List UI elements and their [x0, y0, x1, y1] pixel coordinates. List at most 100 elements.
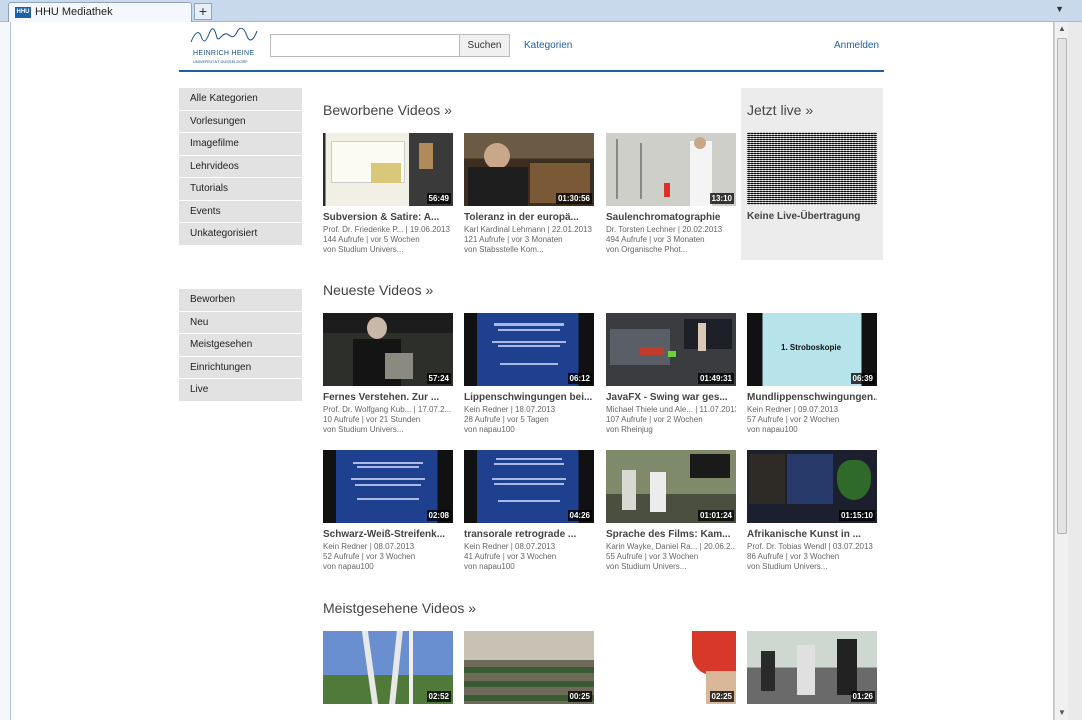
nav-anmelden-link[interactable]: Anmelden: [834, 40, 879, 51]
video-card[interactable]: 56:49 Subversion & Satire: A... Prof. Dr…: [323, 133, 453, 255]
neueste-section-title[interactable]: Neueste Videos »: [323, 282, 433, 298]
video-title[interactable]: Subversion & Satire: A...: [323, 212, 453, 223]
video-title[interactable]: Lippenschwingungen bei...: [464, 392, 594, 403]
sidebar-item-meistgesehen[interactable]: Meistgesehen: [179, 334, 302, 357]
video-card[interactable]: 57:24 Fernes Verstehen. Zur ... Prof. Dr…: [323, 313, 453, 435]
video-meta: Prof. Dr. Tobias Wendl | 03.07.2013 86 A…: [747, 542, 877, 572]
beworben-section-title[interactable]: Beworbene Videos »: [323, 102, 452, 118]
video-thumbnail[interactable]: 56:49: [323, 133, 453, 206]
video-thumbnail[interactable]: 13:10: [606, 133, 736, 206]
nav-kategorien-link[interactable]: Kategorien: [524, 40, 572, 51]
video-thumbnail[interactable]: 00:25: [464, 631, 594, 704]
video-card[interactable]: 00:25: [464, 631, 594, 704]
video-title[interactable]: Afrikanische Kunst in ...: [747, 529, 877, 540]
video-speaker-date: Karl Kardinal Lehmann | 22.01.2013: [464, 225, 592, 234]
video-thumbnail[interactable]: 04:26: [464, 450, 594, 523]
video-duration: 01:15:10: [838, 510, 875, 521]
live-static-thumbnail: [747, 132, 877, 205]
video-duration: 00:25: [567, 691, 592, 702]
video-title[interactable]: Schwarz-Weiß-Streifenk...: [323, 529, 453, 540]
hhu-logo[interactable]: HEINRICH HEINE UNIVERSITÄT DÜSSELDORF: [187, 28, 261, 68]
category-menu: Alle Kategorien Vorlesungen Imagefilme L…: [179, 88, 302, 246]
new-tab-button[interactable]: +: [194, 3, 212, 20]
sidebar-item-tutorials[interactable]: Tutorials: [179, 178, 302, 201]
video-duration: 01:26: [850, 691, 875, 702]
video-card[interactable]: 13:10 Saulenchromatographie Dr. Torsten …: [606, 133, 736, 255]
video-duration: 06:39: [850, 373, 875, 384]
sidebar-item-vorlesungen[interactable]: Vorlesungen: [179, 110, 302, 133]
sidebar-item-imagefilme[interactable]: Imagefilme: [179, 133, 302, 156]
video-views-age: 55 Aufrufe | vor 3 Wochen: [606, 552, 699, 561]
video-title[interactable]: Saulenchromatographie: [606, 212, 736, 223]
video-views-age: 121 Aufrufe | vor 3 Monaten: [464, 235, 563, 244]
video-duration: 57:24: [426, 373, 451, 384]
live-panel: Jetzt live » Keine Live-Übertragung: [741, 88, 883, 260]
video-views-age: 10 Aufrufe | vor 21 Stunden: [323, 415, 421, 424]
sidebar-item-unkategorisiert[interactable]: Unkategorisiert: [179, 223, 302, 246]
sidebar-item-neu[interactable]: Neu: [179, 311, 302, 334]
video-meta: Dr. Torsten Lechner | 20.02.2013 494 Auf…: [606, 225, 736, 255]
video-channel: von napau100: [323, 562, 374, 571]
video-card[interactable]: 04:26 transorale retrograde ... Kein Red…: [464, 450, 594, 572]
video-thumbnail[interactable]: 1. Stroboskopie 06:39: [747, 313, 877, 386]
live-section-title[interactable]: Jetzt live »: [747, 102, 813, 118]
video-card[interactable]: 01:26: [747, 631, 877, 704]
video-speaker-date: Karin Wayke, Daniel Ra... | 20.06.2...: [606, 542, 736, 551]
sidebar-item-alle-kategorien[interactable]: Alle Kategorien: [179, 88, 302, 111]
sidebar-item-events[interactable]: Events: [179, 200, 302, 223]
video-title[interactable]: Sprache des Films: Kam...: [606, 529, 736, 540]
video-title[interactable]: Toleranz in der europä...: [464, 212, 594, 223]
video-thumbnail[interactable]: 01:49:31: [606, 313, 736, 386]
video-thumbnail[interactable]: 02:08: [323, 450, 453, 523]
live-status-text: Keine Live-Übertragung: [747, 211, 861, 222]
scroll-down-icon[interactable]: ▼: [1055, 706, 1069, 720]
video-duration: 56:49: [426, 193, 451, 204]
video-thumbnail[interactable]: 02:52: [323, 631, 453, 704]
video-thumbnail[interactable]: 01:26: [747, 631, 877, 704]
video-card[interactable]: 02:25: [606, 631, 736, 704]
video-thumbnail[interactable]: 02:25: [606, 631, 736, 704]
video-meta: Karl Kardinal Lehmann | 22.01.2013 121 A…: [464, 225, 594, 255]
sidebar-item-live[interactable]: Live: [179, 379, 302, 402]
video-thumbnail[interactable]: 01:30:56: [464, 133, 594, 206]
video-views-age: 86 Aufrufe | vor 3 Wochen: [747, 552, 840, 561]
meist-section-title[interactable]: Meistgesehene Videos »: [323, 600, 476, 616]
video-meta: Prof. Dr. Wolfgang Kub... | 17.07.2... 1…: [323, 405, 453, 435]
video-thumbnail[interactable]: 57:24: [323, 313, 453, 386]
listing-menu: Beworben Neu Meistgesehen Einrichtungen …: [179, 289, 302, 402]
tab-list-dropdown-icon[interactable]: ▼: [1055, 4, 1064, 14]
video-card[interactable]: 02:08 Schwarz-Weiß-Streifenk... Kein Red…: [323, 450, 453, 572]
sidebar-item-beworben[interactable]: Beworben: [179, 289, 302, 312]
video-card[interactable]: 06:12 Lippenschwingungen bei... Kein Red…: [464, 313, 594, 435]
video-duration: 13:10: [709, 193, 734, 204]
video-title[interactable]: JavaFX - Swing war ges...: [606, 392, 736, 403]
video-card[interactable]: 01:49:31 JavaFX - Swing war ges... Micha…: [606, 313, 736, 435]
video-channel: von napau100: [747, 425, 798, 434]
video-duration: 02:25: [709, 691, 734, 702]
video-card[interactable]: 1. Stroboskopie 06:39 Mundlippenschwingu…: [747, 313, 877, 435]
video-card[interactable]: 01:01:24 Sprache des Films: Kam... Karin…: [606, 450, 736, 572]
video-title[interactable]: transorale retrograde ...: [464, 529, 594, 540]
search-input[interactable]: [270, 34, 460, 57]
window-edge: [1068, 22, 1082, 720]
video-card[interactable]: 01:30:56 Toleranz in der europä... Karl …: [464, 133, 594, 255]
video-meta: Kein Redner | 09.07.2013 57 Aufrufe | vo…: [747, 405, 877, 435]
sidebar-item-einrichtungen[interactable]: Einrichtungen: [179, 356, 302, 379]
sidebar-item-lehrvideos[interactable]: Lehrvideos: [179, 155, 302, 178]
video-views-age: 144 Aufrufe | vor 5 Wochen: [323, 235, 420, 244]
scroll-up-icon[interactable]: ▲: [1055, 22, 1069, 36]
video-thumbnail[interactable]: 01:01:24: [606, 450, 736, 523]
video-card[interactable]: 01:15:10 Afrikanische Kunst in ... Prof.…: [747, 450, 877, 572]
video-speaker-date: Prof. Dr. Tobias Wendl | 03.07.2013: [747, 542, 873, 551]
scrollbar-thumb[interactable]: [1057, 38, 1067, 534]
search-button[interactable]: Suchen: [459, 34, 510, 57]
video-title[interactable]: Fernes Verstehen. Zur ...: [323, 392, 453, 403]
video-title[interactable]: Mundlippenschwingungen...: [747, 392, 877, 403]
video-card[interactable]: 02:52: [323, 631, 453, 704]
video-thumbnail[interactable]: 01:15:10: [747, 450, 877, 523]
video-channel: von Organische Phot...: [606, 245, 688, 254]
video-speaker-date: Kein Redner | 09.07.2013: [747, 405, 839, 414]
video-thumbnail[interactable]: 06:12: [464, 313, 594, 386]
browser-tab[interactable]: HHU HHU Mediathek: [8, 2, 192, 22]
vertical-scrollbar[interactable]: ▲ ▼: [1054, 22, 1068, 720]
